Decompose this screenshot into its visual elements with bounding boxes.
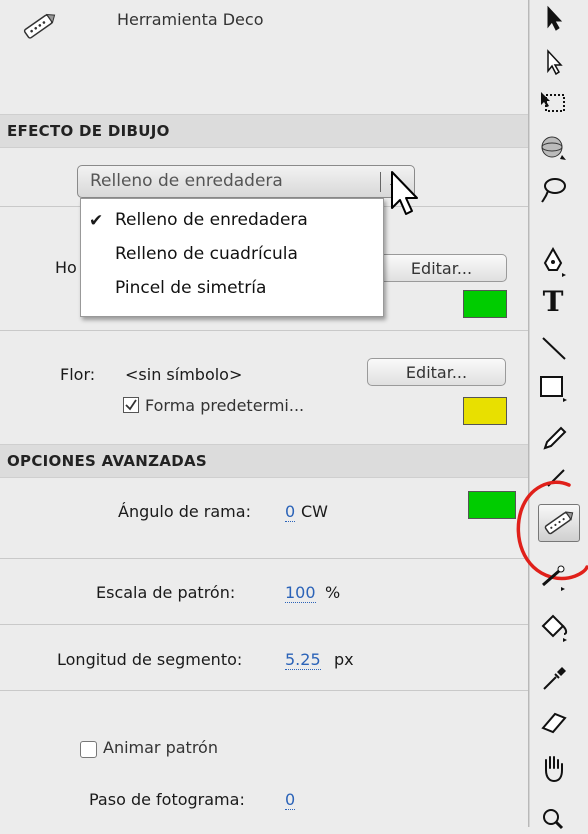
leaf-label: Ho <box>55 258 77 277</box>
branch-angle-unit: CW <box>301 502 328 521</box>
3d-rotation-tool-icon[interactable] <box>535 130 571 166</box>
branch-angle-value[interactable]: 0 <box>285 502 296 522</box>
line-tool-icon[interactable] <box>535 330 571 366</box>
effect-select-menu: ✔ Relleno de enredadera Relleno de cuadr… <box>80 198 384 317</box>
select-divider <box>380 172 381 192</box>
flower-color-swatch[interactable] <box>463 397 507 425</box>
default-shape-label: Forma predetermi... <box>145 396 305 415</box>
divider <box>0 330 528 331</box>
tool-title: Herramienta Deco <box>117 10 264 29</box>
menu-item-label: Relleno de cuadrícula <box>115 244 298 264</box>
subselection-tool-icon[interactable] <box>535 44 571 80</box>
checkmark-icon: ✔ <box>89 211 104 231</box>
leaf-color-swatch[interactable] <box>463 290 507 318</box>
lasso-tool-icon[interactable] <box>535 172 571 208</box>
eraser-tool-icon[interactable] <box>535 704 571 740</box>
deco-tool-icon <box>18 10 60 46</box>
segment-length-value[interactable]: 5.25 <box>285 650 321 670</box>
pattern-scale-unit: % <box>325 583 341 602</box>
zoom-tool-icon[interactable] <box>535 798 571 834</box>
flower-value: <sin símbolo> <box>125 365 243 384</box>
section-title: EFECTO DE DIBUJO <box>7 122 170 140</box>
mouse-cursor-icon <box>389 170 421 222</box>
tools-panel <box>529 0 588 827</box>
text-tool-glyph: T <box>542 284 564 318</box>
text-tool-icon[interactable]: T <box>535 283 571 319</box>
menu-item-grid-fill[interactable]: Relleno de cuadrícula <box>81 239 383 270</box>
paint-bucket-tool-icon[interactable] <box>535 610 571 646</box>
free-transform-tool-icon[interactable] <box>535 85 571 121</box>
selection-tool-icon[interactable] <box>535 0 571 36</box>
divider <box>0 690 528 691</box>
checked-checkbox-icon[interactable] <box>123 397 140 418</box>
branch-angle-label: Ángulo de rama: <box>118 502 251 521</box>
flower-edit-button[interactable]: Editar... <box>367 358 506 386</box>
divider <box>0 558 528 559</box>
pattern-scale-value[interactable]: 100 <box>285 583 316 603</box>
frame-step-label: Paso de fotograma: <box>89 790 245 809</box>
section-header-drawing-effect[interactable]: EFECTO DE DIBUJO <box>0 114 528 148</box>
branch-color-swatch[interactable] <box>468 491 516 519</box>
animate-pattern-label: Animar patrón <box>103 738 218 757</box>
section-title: OPCIONES AVANZADAS <box>7 452 208 470</box>
bone-tool-icon[interactable] <box>535 560 571 596</box>
pencil-tool-icon[interactable] <box>535 420 571 456</box>
menu-item-symmetry-brush[interactable]: Pincel de simetría <box>81 273 383 304</box>
pattern-scale-label: Escala de patrón: <box>96 583 236 602</box>
effect-select[interactable]: Relleno de enredadera <box>77 165 415 198</box>
menu-item-label: Pincel de simetría <box>115 278 267 298</box>
section-header-advanced[interactable]: OPCIONES AVANZADAS <box>0 444 528 478</box>
rectangle-tool-icon[interactable] <box>535 370 571 406</box>
frame-step-value[interactable]: 0 <box>285 790 296 810</box>
effect-select-value: Relleno de enredadera <box>90 171 283 191</box>
animate-pattern-checkbox[interactable] <box>80 741 97 758</box>
properties-panel: Herramienta Deco EFECTO DE DIBUJO Rellen… <box>0 0 529 827</box>
hand-tool-icon[interactable] <box>535 750 571 786</box>
segment-length-label: Longitud de segmento: <box>57 650 243 669</box>
segment-length-unit: px <box>334 650 354 669</box>
menu-item-label: Relleno de enredadera <box>115 210 308 230</box>
leaf-edit-button[interactable]: Editar... <box>376 254 507 282</box>
pen-tool-icon[interactable] <box>535 244 571 280</box>
flower-label: Flor: <box>60 365 96 384</box>
menu-item-vine-fill[interactable]: ✔ Relleno de enredadera <box>81 205 383 236</box>
divider <box>0 624 528 625</box>
eyedropper-tool-icon[interactable] <box>535 660 571 696</box>
